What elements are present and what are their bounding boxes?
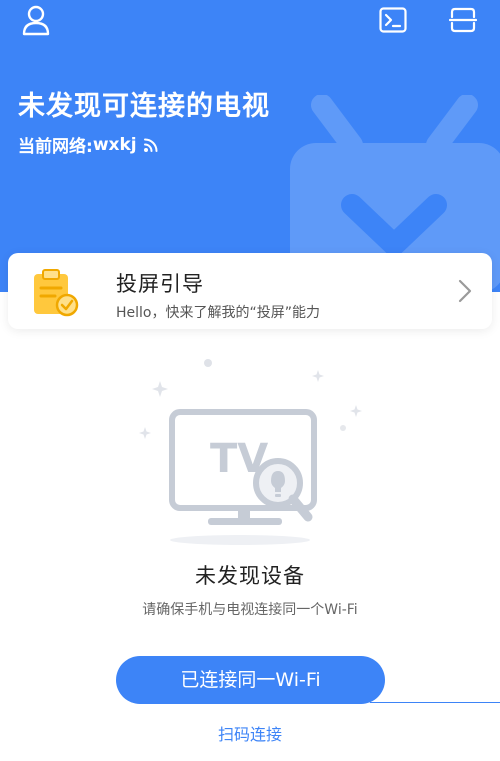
- connected-same-wifi-button[interactable]: 已连接同一Wi-Fi: [116, 656, 385, 704]
- guide-title: 投屏引导: [116, 272, 204, 296]
- user-icon: [22, 5, 50, 36]
- chevron-right-icon: [458, 279, 472, 307]
- divider: [370, 702, 500, 703]
- empty-state-description: 请确保手机与电视连接同一个Wi-Fi: [142, 602, 358, 618]
- empty-state-title: 未发现设备: [195, 564, 305, 588]
- network-label: 当前网络:: [18, 137, 93, 157]
- scan-connect-link[interactable]: 扫码连接: [0, 721, 500, 745]
- user-button[interactable]: [14, 0, 58, 40]
- scan-icon: [449, 7, 477, 33]
- clipboard-check-icon: [30, 268, 80, 322]
- no-device-illustration: TV: [139, 359, 362, 545]
- scan-button[interactable]: [441, 0, 485, 40]
- guide-subtitle: Hello，快来了解我的“投屏”能力: [116, 305, 320, 321]
- page-title: 未发现可连接的电视: [18, 91, 270, 122]
- terminal-icon: [379, 7, 407, 33]
- screen-cast-guide-card[interactable]: 投屏引导 Hello，快来了解我的“投屏”能力: [8, 253, 492, 329]
- network-status: 当前网络: wxkj: [18, 132, 159, 157]
- header: 未发现可连接的电视 当前网络: wxkj: [0, 0, 500, 292]
- terminal-button[interactable]: [371, 0, 415, 40]
- wifi-icon: [143, 137, 159, 153]
- network-name: wxkj: [92, 134, 137, 155]
